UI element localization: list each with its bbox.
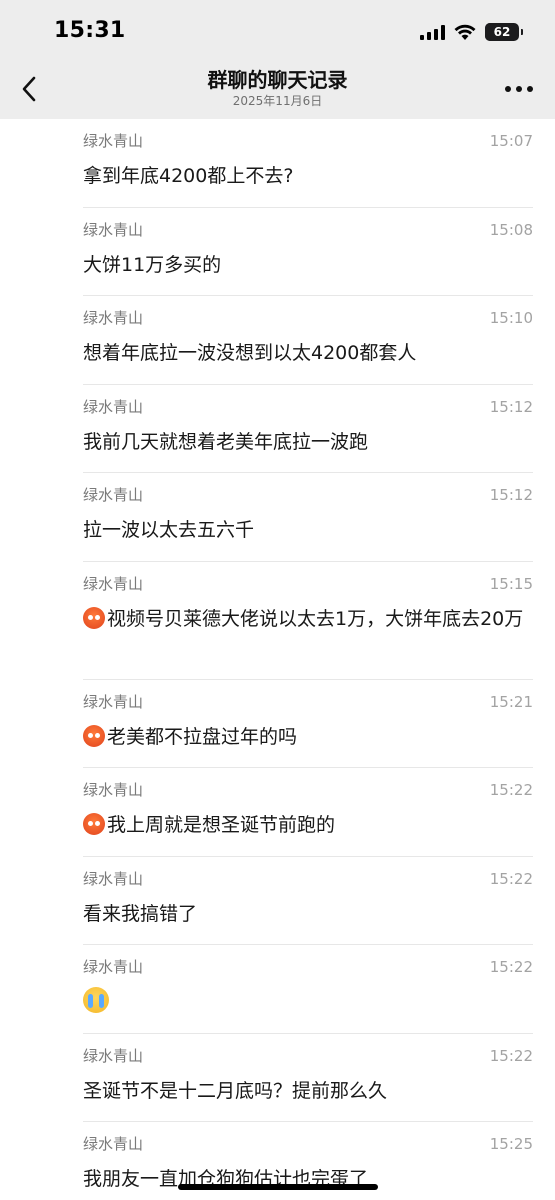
message-item[interactable]: 绿水青山 15:08 大饼11万多买的 xyxy=(0,208,555,297)
page-title: 群聊的聊天记录 xyxy=(207,68,348,92)
message-sender: 绿水青山 xyxy=(83,132,144,150)
message-content: 圣诞节不是十二月底吗？提前那么久 xyxy=(83,1076,531,1106)
message-time: 15:25 xyxy=(489,1135,533,1153)
message-item[interactable]: 绿水青山 15:22 我上周就是想圣诞节前跑的 xyxy=(0,768,555,857)
message-item[interactable]: 绿水青山 15:12 拉一波以太去五六千 xyxy=(0,473,555,562)
message-content: 我上周就是想圣诞节前跑的 xyxy=(83,810,531,840)
message-item[interactable]: 绿水青山 15:22 看来我搞错了 xyxy=(0,857,555,946)
top-bar: 15:31 62 群聊的聊天记录 2025年11月6日 xyxy=(0,0,555,119)
message-time: 15:10 xyxy=(489,309,533,327)
wifi-icon xyxy=(454,24,476,40)
loudly-crying-face-icon xyxy=(83,987,109,1013)
angry-face-icon xyxy=(83,606,105,629)
message-sender: 绿水青山 xyxy=(83,869,144,888)
message-text: 想着年底拉一波没想到以太4200都套人 xyxy=(83,342,417,364)
message-text: 我前几天就想着老美年底拉一波跑 xyxy=(83,430,369,453)
chevron-left-icon xyxy=(22,76,36,102)
message-sender: 绿水青山 xyxy=(83,486,144,504)
message-content: 大饼11万多买的 xyxy=(83,250,531,280)
message-list[interactable]: 绿水青山 15:07 拿到年底4200都上不去? 绿水青山 15:08 大饼11万多买的绿… xyxy=(0,119,555,1200)
angry-face-icon xyxy=(83,813,105,835)
more-button[interactable] xyxy=(505,84,533,94)
message-time: 15:07 xyxy=(489,132,533,150)
message-content: 我前几天就想着老美年底拉一波跑 xyxy=(83,427,531,457)
message-content: 视频号贝莱德大佬说以太去1万，大饼年底去20万 xyxy=(83,604,531,634)
ellipsis-dot xyxy=(527,86,533,92)
cellular-signal-icon xyxy=(420,24,445,40)
ellipsis-icon xyxy=(505,86,511,92)
message-time: 15:22 xyxy=(489,781,533,799)
angry-face-icon xyxy=(83,724,105,747)
message-item[interactable]: 绿水青山 15:07 拿到年底4200都上不去? xyxy=(0,119,555,208)
message-item[interactable]: 绿水青山 15:21 老美都不拉盘过年的吗 xyxy=(0,680,555,769)
message-sender: 绿水青山 xyxy=(83,1135,144,1153)
back-button[interactable] xyxy=(14,72,44,106)
message-sender: 绿水青山 xyxy=(83,692,144,711)
message-text: 拿到年底4200都上不去? xyxy=(83,165,294,187)
message-text: 拉一波以太去五六千 xyxy=(83,519,255,541)
message-time: 15:22 xyxy=(489,958,533,976)
message-text: 看来我搞错了 xyxy=(83,902,198,925)
ellipsis-dot xyxy=(516,86,522,92)
message-content: 拿到年底4200都上不去? xyxy=(83,161,531,191)
message-sender: 绿水青山 xyxy=(83,958,144,976)
message-time: 15:15 xyxy=(489,574,533,593)
message-content: 老美都不拉盘过年的吗 xyxy=(83,722,531,752)
message-text: 视频号贝莱德大佬说以太去1万，大饼年底去20万 xyxy=(107,607,524,630)
page-subtitle-date: 2025年11月6日 xyxy=(232,94,323,108)
message-item[interactable]: 绿水青山 15:12 我前几天就想着老美年底拉一波跑 xyxy=(0,385,555,474)
header-titles: 群聊的聊天记录 2025年11月6日 xyxy=(80,68,475,109)
message-time: 15:12 xyxy=(489,486,533,504)
status-time: 15:31 xyxy=(54,18,126,43)
message-time: 15:08 xyxy=(489,220,533,239)
message-sender: 绿水青山 xyxy=(83,574,144,593)
battery-icon: 62 xyxy=(485,23,523,41)
message-sender: 绿水青山 xyxy=(83,1046,144,1065)
message-time: 15:12 xyxy=(489,397,533,416)
message-sender: 绿水青山 xyxy=(83,220,144,239)
message-text: 我上周就是想圣诞节前跑的 xyxy=(107,814,336,836)
message-item[interactable]: 绿水青山 15:15 视频号贝莱德大佬说以太去1万，大饼年底去20万 xyxy=(0,562,555,680)
message-time: 15:21 xyxy=(489,692,533,711)
message-content xyxy=(83,987,531,1018)
message-time: 15:22 xyxy=(489,1046,533,1065)
status-icons: 62 xyxy=(420,20,523,44)
message-content: 看来我搞错了 xyxy=(83,899,531,929)
message-sender: 绿水青山 xyxy=(83,781,144,799)
message-content: 想着年底拉一波没想到以太4200都套人 xyxy=(83,338,531,368)
message-item[interactable]: 绿水青山 15:22 圣诞节不是十二月底吗？提前那么久 xyxy=(0,1034,555,1123)
message-sender: 绿水青山 xyxy=(83,397,144,416)
battery-level: 62 xyxy=(493,25,511,39)
message-time: 15:22 xyxy=(489,869,533,888)
message-text: 老美都不拉盘过年的吗 xyxy=(107,725,298,748)
message-item[interactable]: 绿水青山 15:22 xyxy=(0,945,555,1034)
message-content: 拉一波以太去五六千 xyxy=(83,515,531,545)
home-indicator[interactable] xyxy=(178,1184,378,1190)
message-text: 大饼11万多买的 xyxy=(83,253,222,276)
message-sender: 绿水青山 xyxy=(83,309,144,327)
message-item[interactable]: 绿水青山 15:10 想着年底拉一波没想到以太4200都套人 xyxy=(0,296,555,385)
message-text: 圣诞节不是十二月底吗？提前那么久 xyxy=(83,1079,388,1102)
chat-history-screen: 15:31 62 群聊的聊天记录 2025年11月6日 绿水青山 15:07 拿… xyxy=(0,0,555,1200)
